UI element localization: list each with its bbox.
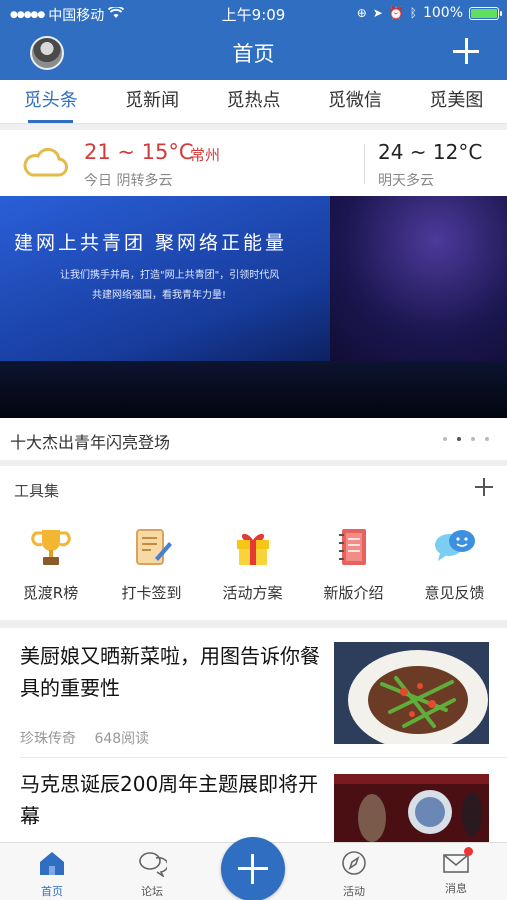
tool-label: 新版介绍 [323, 584, 384, 602]
nav-messages[interactable]: 消息 [416, 847, 496, 896]
carousel-dot[interactable] [471, 437, 475, 441]
mail-icon [441, 847, 473, 877]
banner-stage [0, 361, 507, 418]
carousel-dot[interactable] [457, 437, 461, 441]
tool-label: 意见反馈 [424, 584, 485, 602]
tools-add-button[interactable] [475, 478, 493, 496]
alarm-icon: ⏰ [388, 6, 404, 20]
city-name: 常州 [190, 146, 221, 164]
food-plate-image [334, 642, 489, 744]
tool-feedback[interactable]: 意见反馈 [404, 524, 505, 603]
article-meta: 珍珠传奇 648阅读 [20, 728, 163, 748]
nav-label: 首页 [41, 885, 63, 898]
location-icon: ➤ [372, 6, 383, 20]
exhibition-image [334, 774, 489, 842]
scroll-pen-icon [135, 529, 172, 565]
tool-ranking[interactable]: 觅渡R榜 [0, 524, 101, 603]
banner-line-1: 让我们携手并肩，打造"网上共青团"，引领时代风 [60, 270, 280, 281]
bottom-nav: 首页 论坛 活动 消息 [0, 837, 507, 900]
tab-photos[interactable]: 觅美图 [406, 80, 507, 123]
nav-activity[interactable]: 活动 [314, 849, 394, 899]
carousel-dot[interactable] [443, 437, 447, 441]
gift-icon [236, 533, 269, 565]
carousel-dots [443, 437, 489, 441]
banner-carousel[interactable]: 建网上共青团 聚网络正能量 让我们携手并肩，打造"网上共青团"，引领时代风 共建… [0, 196, 507, 418]
notebook-icon [338, 529, 366, 565]
list-item[interactable]: 马克思诞辰200周年主题展即将开幕 [0, 758, 507, 842]
chat-bubbles-icon [434, 530, 475, 561]
nav-label: 活动 [343, 885, 365, 898]
battery-percent: 100% [422, 5, 463, 21]
tab-news[interactable]: 觅新闻 [101, 80, 202, 123]
today-temperature: 21 ~ 15°C [84, 140, 194, 164]
bluetooth-icon: ᛒ [409, 6, 417, 20]
nav-home[interactable]: 首页 [12, 849, 92, 899]
chat-icon [139, 852, 169, 879]
tab-wechat[interactable]: 觅微信 [304, 80, 405, 123]
list-item[interactable]: 美厨娘又晒新菜啦，用图告诉你餐具的重要性 珍珠传奇 648阅读 [0, 628, 507, 758]
article-source: 珍珠传奇 [20, 731, 76, 747]
page-title: 首页 [232, 42, 275, 66]
banner-caption: 十大杰出青年闪亮登场 [10, 433, 171, 452]
weather-card[interactable]: 21 ~ 15°C 常州 今日 阴转多云 24 ~ 12°C 明天多云 [0, 130, 507, 196]
home-icon [40, 852, 64, 875]
news-feed: 美厨娘又晒新菜啦，用图告诉你餐具的重要性 珍珠传奇 648阅读 马克思诞辰200… [0, 628, 507, 842]
unread-badge [464, 847, 473, 856]
tab-hot[interactable]: 觅热点 [203, 80, 304, 123]
nav-forum[interactable]: 论坛 [112, 849, 192, 899]
article-title: 美厨娘又晒新菜啦，用图告诉你餐具的重要性 [20, 644, 320, 700]
banner-headline: 建网上共青团 聚网络正能量 [14, 232, 288, 254]
tool-label: 打卡签到 [121, 584, 182, 602]
trophy-icon [30, 530, 71, 565]
article-reads: 648阅读 [94, 731, 150, 747]
nav-label: 论坛 [141, 885, 163, 898]
tool-activity-plan[interactable]: 活动方案 [202, 524, 303, 603]
center-add-button[interactable] [221, 837, 285, 900]
food-plate-graphic [334, 642, 489, 744]
tomorrow-temperature: 24 ~ 12°C [378, 140, 483, 164]
battery-icon [469, 6, 502, 20]
tomorrow-description: 明天多云 [378, 173, 434, 189]
carousel-dot[interactable] [485, 437, 489, 441]
tab-headlines[interactable]: 觅头条 [0, 80, 101, 123]
tools-panel: 工具集 觅渡R榜 打卡签到 活动方案 新版介绍 意见反馈 [0, 466, 507, 620]
nav-label: 消息 [445, 882, 467, 895]
exhibition-graphic [334, 774, 489, 842]
tool-label: 觅渡R榜 [22, 584, 79, 602]
divider [364, 144, 365, 184]
cloud-icon [23, 148, 68, 177]
top-bar: ●●●●● 中国移动 上午9:09 ⊕ ➤ ⏰ ᛒ 100% 首页 [0, 0, 507, 80]
today-description: 今日 阴转多云 [84, 173, 173, 189]
article-title: 马克思诞辰200周年主题展即将开幕 [20, 772, 319, 828]
tools-title: 工具集 [14, 482, 60, 500]
compass-icon [342, 851, 366, 875]
tool-whats-new[interactable]: 新版介绍 [303, 524, 404, 603]
status-bar: ●●●●● 中国移动 上午9:09 ⊕ ➤ ⏰ ᛒ 100% [0, 0, 507, 26]
category-tabs: 觅头条 觅新闻 觅热点 觅微信 觅美图 [0, 80, 507, 124]
add-button[interactable] [453, 38, 479, 64]
tool-label: 活动方案 [222, 584, 283, 602]
banner-caption-bar[interactable]: 十大杰出青年闪亮登场 [0, 418, 507, 460]
lock-rotation-icon: ⊕ [356, 6, 367, 20]
tool-checkin[interactable]: 打卡签到 [101, 524, 202, 603]
banner-line-2: 共建网络强国，看我青年力量! [92, 290, 227, 301]
